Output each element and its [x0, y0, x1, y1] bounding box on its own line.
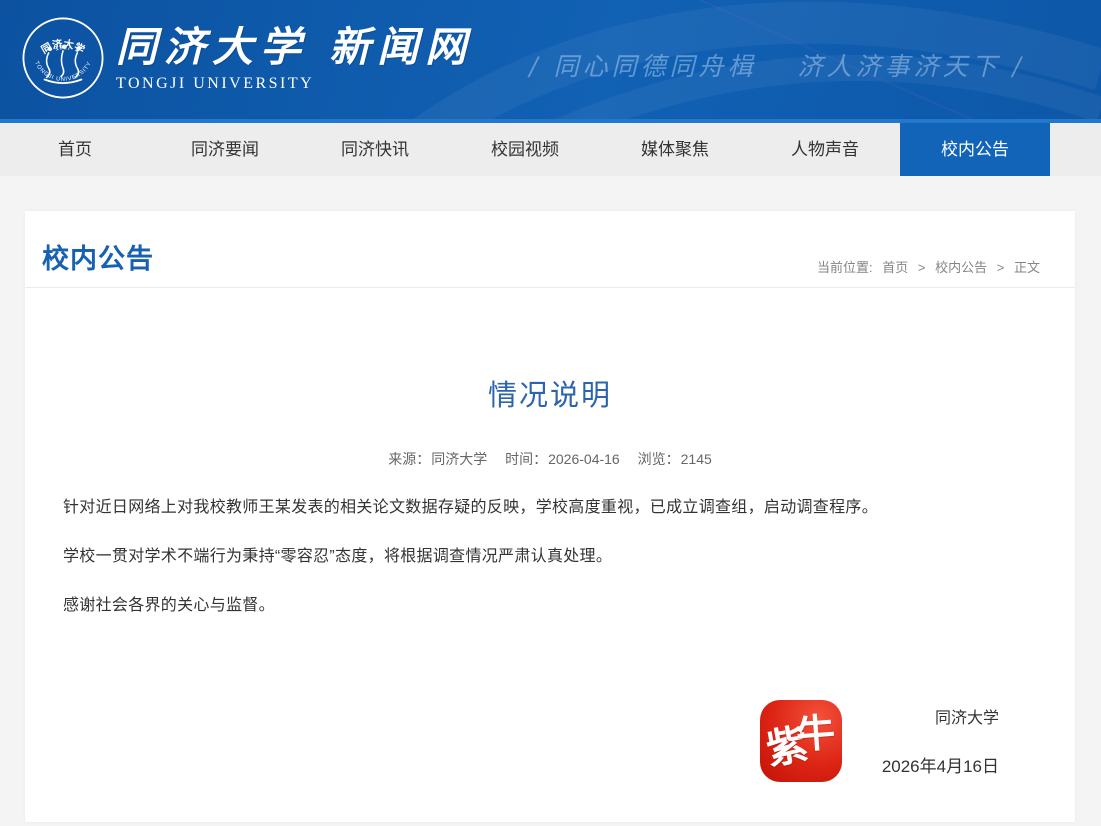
nav-item-home[interactable]: 首页	[0, 123, 150, 176]
site-title-cn: 同济大学 新闻网	[116, 27, 473, 68]
ziniu-news-app-icon: 紫 牛	[760, 700, 842, 782]
article-paragraph: 感谢社会各界的关心与监督。	[63, 596, 1029, 615]
content-card: 校内公告 当前位置: 首页 > 校内公告 > 正文 情况说明 来源：同济大学 时…	[25, 211, 1075, 822]
article-signature: 紫 牛 同济大学 2026年4月16日	[63, 700, 1029, 782]
nav-item-media-focus[interactable]: 媒体聚焦	[600, 123, 750, 176]
breadcrumb-separator: >	[997, 260, 1005, 275]
article-title: 情况说明	[25, 372, 1075, 414]
breadcrumb-label: 当前位置:	[817, 260, 873, 275]
nav-item-lecture[interactable]: 讲堂	[1050, 123, 1101, 176]
breadcrumb-current: 正文	[1014, 260, 1040, 275]
nav-item-people-voice[interactable]: 人物声音	[750, 123, 900, 176]
main-navigation: 首页 同济要闻 同济快讯 校园视频 媒体聚焦 人物声音 校内公告 讲堂	[0, 123, 1101, 176]
signature-organization: 同济大学	[882, 704, 999, 728]
article-paragraph: 针对近日网络上对我校教师王某发表的相关论文数据存疑的反映，学校高度重视，已成立调…	[63, 498, 1029, 517]
signature-text: 同济大学 2026年4月16日	[882, 704, 999, 777]
site-header: 同济大学 1907 TONGJI UNIVERSITY 同济大学 新闻网 TON…	[0, 0, 1101, 123]
nav-item-tongji-express[interactable]: 同济快讯	[300, 123, 450, 176]
breadcrumb-home[interactable]: 首页	[882, 260, 908, 275]
nav-item-campus-video[interactable]: 校园视频	[450, 123, 600, 176]
breadcrumb: 当前位置: 首页 > 校内公告 > 正文	[814, 257, 1043, 276]
meta-views-label: 浏览：	[638, 451, 680, 467]
university-seal-icon: 同济大学 1907 TONGJI UNIVERSITY	[22, 17, 104, 99]
breadcrumb-campus-notice[interactable]: 校内公告	[935, 260, 987, 275]
meta-time-value: 2026-04-16	[548, 451, 620, 467]
ziniu-icon-char-niu: 牛	[794, 701, 837, 760]
meta-time-label: 时间：	[505, 451, 547, 467]
nav-item-campus-notice-active[interactable]: 校内公告	[900, 123, 1050, 176]
article-meta: 来源：同济大学 时间：2026-04-16 浏览：2145	[25, 449, 1075, 469]
site-logo-link[interactable]: 同济大学 1907 TONGJI UNIVERSITY 同济大学 新闻网 TON…	[22, 17, 473, 99]
signature-date: 2026年4月16日	[882, 752, 999, 777]
breadcrumb-separator: >	[918, 260, 926, 275]
site-title-en: TONGJI UNIVERSITY	[116, 75, 473, 93]
meta-views-value: 2145	[681, 451, 712, 467]
nav-item-tongji-news[interactable]: 同济要闻	[150, 123, 300, 176]
meta-source-value: 同济大学	[431, 451, 487, 467]
article-paragraph: 学校一贯对学术不端行为秉持“零容忍”态度，将根据调查情况严肃认真处理。	[63, 547, 1029, 566]
meta-source-label: 来源：	[388, 451, 430, 467]
article-body: 针对近日网络上对我校教师王某发表的相关论文数据存疑的反映，学校高度重视，已成立调…	[25, 498, 1075, 782]
header-slogan: / 同心同德同舟楫 济人济事济天下 /	[529, 47, 1025, 83]
section-title: 校内公告	[42, 237, 154, 276]
section-header: 校内公告 当前位置: 首页 > 校内公告 > 正文	[25, 211, 1075, 288]
brand-text: 同济大学 新闻网 TONGJI UNIVERSITY	[116, 17, 473, 93]
